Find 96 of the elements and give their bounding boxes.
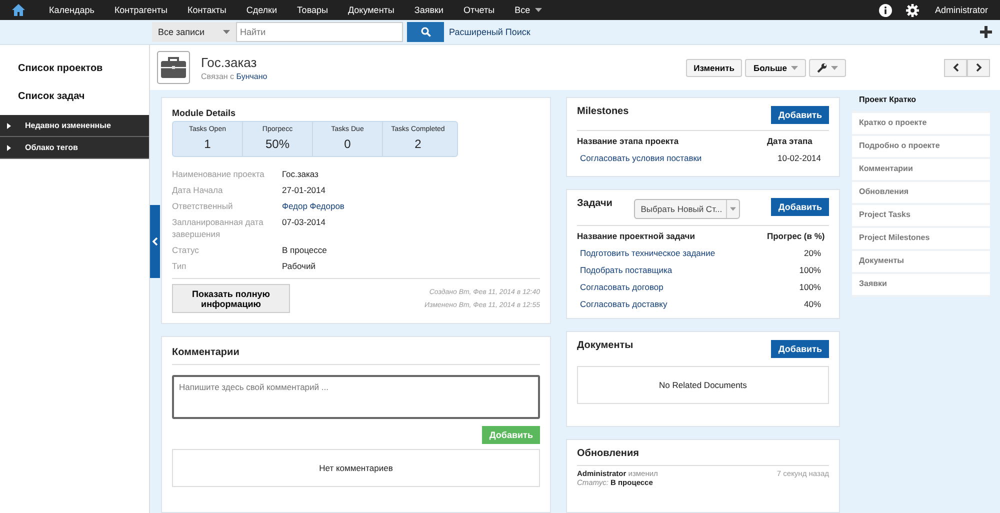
show-full-button[interactable]: Показать полную информацию [172, 284, 290, 313]
empty-message: Нет комментариев [172, 449, 540, 487]
search-icon [420, 27, 430, 37]
summary-nav-item[interactable]: Заявки [852, 274, 990, 297]
briefcase-icon [157, 51, 190, 84]
search-button[interactable] [407, 22, 444, 42]
caret-icon [831, 66, 838, 70]
summary-nav-item[interactable]: Project Tasks [852, 205, 990, 228]
column-header: Название этапа проекта [577, 136, 679, 146]
stat-value: 2 [414, 137, 422, 151]
triangle-icon [7, 122, 11, 128]
nav-link[interactable]: Заявки [404, 5, 454, 15]
table-cell-text: 20% [804, 248, 822, 258]
summary-nav-item[interactable]: Кратко о проекте [852, 113, 990, 136]
search-field[interactable]: Найти [236, 22, 403, 42]
sidebar-section[interactable]: Недавно измененные [0, 115, 149, 137]
table-cell-text: 100% [799, 265, 822, 275]
panel-title: Обновления [577, 448, 829, 466]
field-link[interactable]: Федор Федоров [282, 200, 540, 212]
table-cell[interactable]: Согласовать доставку [577, 299, 668, 309]
more-button[interactable]: Больше [745, 58, 806, 76]
panel-title: Milestones [577, 106, 629, 117]
related-link[interactable]: Бунчано [236, 72, 268, 80]
info-icon[interactable] [878, 4, 892, 16]
chevron-left-icon [952, 63, 958, 72]
table-cell-text: 40% [804, 299, 822, 309]
nav-link[interactable]: Все [504, 5, 552, 15]
summary-nav-item[interactable]: Документы [852, 251, 990, 274]
comment-field[interactable]: Напишите здесь свой комментарий ... [172, 375, 540, 419]
record-title: Гос.заказ [201, 54, 258, 70]
next-button[interactable] [967, 58, 990, 76]
edit-button[interactable]: Изменить [686, 58, 742, 76]
panel-title: Задачи [577, 198, 612, 209]
stat-value: 0 [344, 137, 351, 151]
caret-icon [730, 207, 736, 211]
summary-nav-item[interactable]: Подробно о проекте [852, 136, 990, 159]
stat-value: 50% [265, 137, 290, 151]
field-label: Тип [172, 260, 188, 272]
summary-nav-item[interactable]: Обновления [852, 182, 990, 205]
advanced-search-link[interactable]: Расширеный Поиск [449, 27, 530, 37]
field-label: Статус [172, 244, 200, 256]
column-header: Название проектной задачи [577, 231, 695, 241]
field-value: 07-03-2014 [282, 216, 326, 229]
caret-icon [535, 8, 542, 12]
field-value: В процессе [282, 244, 328, 256]
collapse-tab[interactable] [150, 205, 160, 278]
panel-title: Документы [577, 340, 634, 351]
panel-title: Комментарии [172, 347, 540, 365]
nav-link[interactable]: Контрагенты [104, 5, 178, 15]
tools-button[interactable] [809, 58, 846, 76]
plus-icon[interactable] [980, 26, 992, 38]
scope-dropdown[interactable]: Все записи [152, 22, 236, 42]
add-button[interactable]: Добавить [771, 198, 829, 216]
table-cell[interactable]: Подготовить техническое задание [577, 248, 716, 258]
status-dropdown[interactable]: Выбрать Новый Ст... [634, 199, 740, 219]
add-button[interactable]: Добавить [771, 340, 829, 358]
triangle-icon [7, 144, 11, 150]
caret-icon [791, 66, 798, 70]
chevron-right-icon [976, 63, 982, 72]
field-label: Запланированная дата завершения [172, 216, 264, 240]
field-value: 27-01-2014 [282, 184, 326, 196]
settings-icon[interactable] [906, 4, 919, 16]
home-icon[interactable] [12, 4, 25, 16]
nav-link[interactable]: Документы [338, 5, 404, 15]
sidebar-section[interactable]: Облако тегов [0, 137, 149, 159]
sidebar-link[interactable]: Список проектов [0, 57, 149, 85]
table-cell[interactable]: Подобрать поставщика [577, 265, 672, 275]
field-value: Гос.заказ [282, 168, 320, 180]
table-cell[interactable]: Согласовать договор [577, 282, 664, 292]
field-label: Дата Начала [172, 184, 224, 196]
add-button[interactable]: Добавить [771, 106, 829, 124]
sidebar-link[interactable]: Список задач [0, 85, 149, 113]
user-menu[interactable]: Administrator [934, 5, 988, 15]
nav-link[interactable]: Контакты [177, 5, 236, 15]
field-label: Наименование проекта [172, 168, 266, 180]
wrench-icon [817, 62, 827, 72]
caret-icon [223, 30, 230, 34]
nav-link[interactable]: Сделки [236, 5, 288, 15]
chevron-left-icon [152, 237, 158, 246]
field-label: Ответственный [172, 200, 234, 212]
summary-nav-item[interactable]: Project Milestones [852, 228, 990, 251]
summary-nav-item[interactable]: Комментарии [852, 159, 990, 182]
table-cell-text: 10-02-2014 [778, 153, 822, 163]
table-cell[interactable]: Согласовать условия поставки [577, 153, 702, 163]
field-value: Рабочий [282, 260, 316, 272]
previous-button[interactable] [944, 58, 967, 76]
nav-link[interactable]: Отчеты [453, 5, 505, 15]
panel-title: Module Details [172, 108, 237, 118]
table-cell-text: 100% [799, 282, 822, 292]
related-text: Связан с Бунчано [201, 72, 268, 80]
stat-value: 1 [204, 137, 211, 151]
nav-link[interactable]: Календарь [39, 5, 104, 15]
column-header: Дата этапа [767, 136, 814, 146]
empty-message: No Related Documents [577, 366, 829, 404]
column-header: Прогрес (в %) [767, 231, 826, 241]
nav-link[interactable]: Товары [287, 5, 338, 15]
